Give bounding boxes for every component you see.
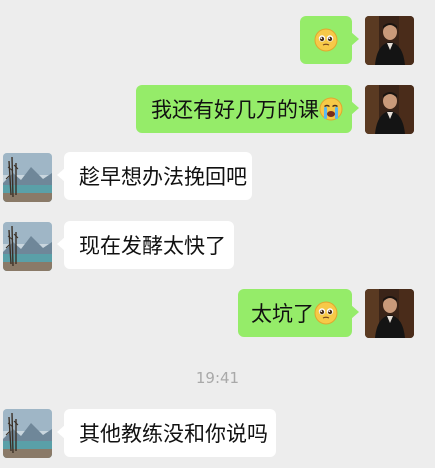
message-bubble[interactable]: 其他教练没和你说吗 [57,409,276,457]
contact-avatar[interactable] [3,153,52,202]
message-row: 其他教练没和你说吗 [0,409,435,459]
my-avatar[interactable] [365,289,414,338]
message-bubble[interactable]: 现在发酵太快了 [57,221,234,269]
my-avatar[interactable] [365,16,414,65]
message-row: 现在发酵太快了 [0,221,435,271]
message-row: 趁早想办法挽回吧 [0,152,435,202]
message-bubble[interactable]: 趁早想办法挽回吧 [57,152,252,200]
message-row: 我还有好几万的课 [0,85,435,135]
message-text: 太坑了 [251,302,314,326]
message-bubble[interactable] [300,16,359,64]
pleading-face-icon [314,28,338,52]
message-bubble[interactable]: 太坑了 [238,289,359,337]
message-row [0,16,435,66]
message-text: 趁早想办法挽回吧 [79,165,247,189]
crying-face-icon [319,97,343,121]
message-text: 现在发酵太快了 [79,234,226,258]
message-row: 太坑了 [0,289,435,339]
contact-avatar[interactable] [3,222,52,271]
message-timestamp: 19:41 [195,369,240,387]
message-text: 其他教练没和你说吗 [79,422,268,446]
pleading-face-icon [314,301,338,325]
contact-avatar[interactable] [3,409,52,458]
message-text: 我还有好几万的课 [151,98,319,122]
my-avatar[interactable] [365,85,414,134]
message-bubble[interactable]: 我还有好几万的课 [136,85,359,133]
